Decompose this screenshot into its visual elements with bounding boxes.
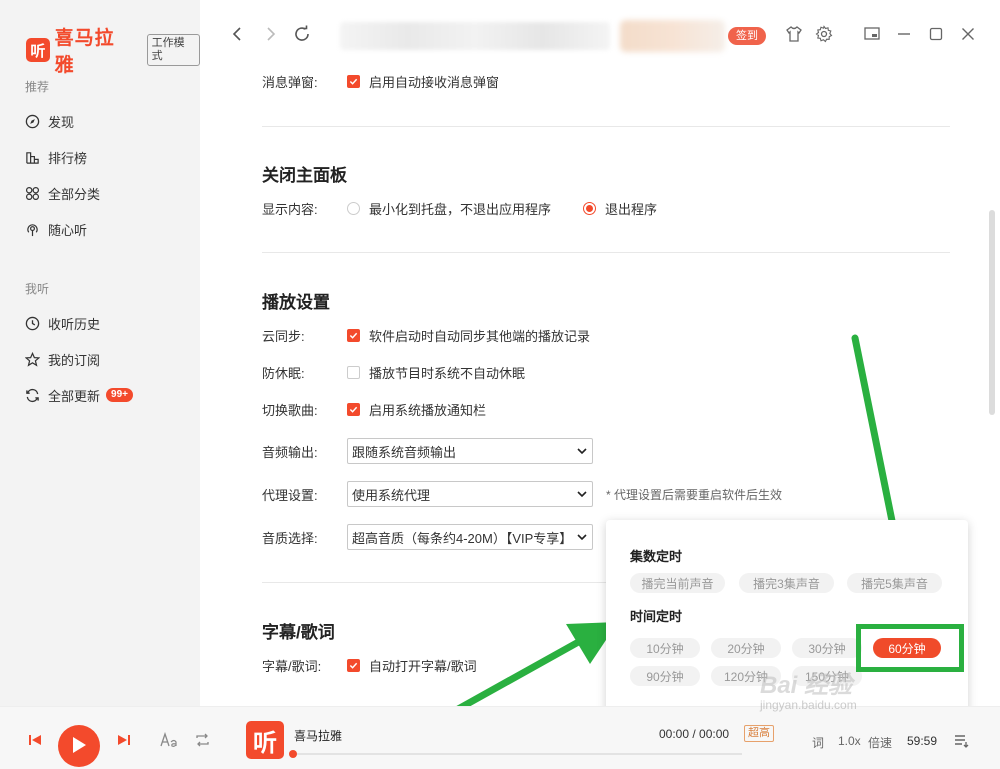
loop-mode-button[interactable] bbox=[194, 732, 211, 751]
player-bar: 听 喜马拉雅 00:00 / 00:00 超高 词 1.0x 倍速 59:59 bbox=[0, 706, 1000, 769]
lyrics-button[interactable]: 词 bbox=[812, 734, 824, 751]
previous-button[interactable] bbox=[28, 734, 42, 749]
episode-option-1[interactable]: 播完当前声音 bbox=[630, 573, 725, 593]
time-option-10[interactable]: 10分钟 bbox=[630, 638, 700, 658]
skip-next-icon bbox=[117, 734, 131, 749]
quality-badge[interactable]: 超高 bbox=[744, 725, 774, 742]
timer-countdown[interactable]: 59:59 bbox=[907, 734, 937, 748]
track-title[interactable]: 喜马拉雅 bbox=[294, 727, 342, 744]
playlist-button[interactable] bbox=[954, 734, 970, 751]
highlight-box bbox=[856, 624, 964, 672]
progress-bar[interactable] bbox=[289, 750, 742, 758]
rate-label[interactable]: 倍速 bbox=[868, 734, 892, 751]
font-size-button[interactable] bbox=[160, 731, 178, 751]
episode-option-3[interactable]: 播完5集声音 bbox=[847, 573, 942, 593]
time-option-20[interactable]: 20分钟 bbox=[711, 638, 781, 658]
progress-handle[interactable] bbox=[289, 750, 297, 758]
next-button[interactable] bbox=[117, 734, 131, 749]
episode-timer-title: 集数定时 bbox=[630, 549, 683, 564]
watermark: Bai 经验 bbox=[760, 672, 853, 699]
play-time: 00:00 / 00:00 bbox=[659, 727, 730, 741]
watermark-url: jingyan.baidu.com bbox=[760, 698, 857, 712]
episode-option-2[interactable]: 播完3集声音 bbox=[739, 573, 834, 593]
speed-button[interactable]: 1.0x bbox=[838, 734, 861, 748]
time-option-90[interactable]: 90分钟 bbox=[630, 666, 700, 686]
play-icon bbox=[71, 736, 87, 757]
track-cover[interactable]: 听 bbox=[246, 721, 284, 759]
time-timer-title: 时间定时 bbox=[630, 609, 683, 624]
play-button[interactable] bbox=[58, 725, 100, 767]
text-size-icon bbox=[160, 731, 178, 751]
loop-icon bbox=[194, 733, 211, 751]
time-option-30[interactable]: 30分钟 bbox=[792, 638, 862, 658]
playlist-icon bbox=[954, 735, 970, 751]
skip-previous-icon bbox=[28, 734, 42, 749]
